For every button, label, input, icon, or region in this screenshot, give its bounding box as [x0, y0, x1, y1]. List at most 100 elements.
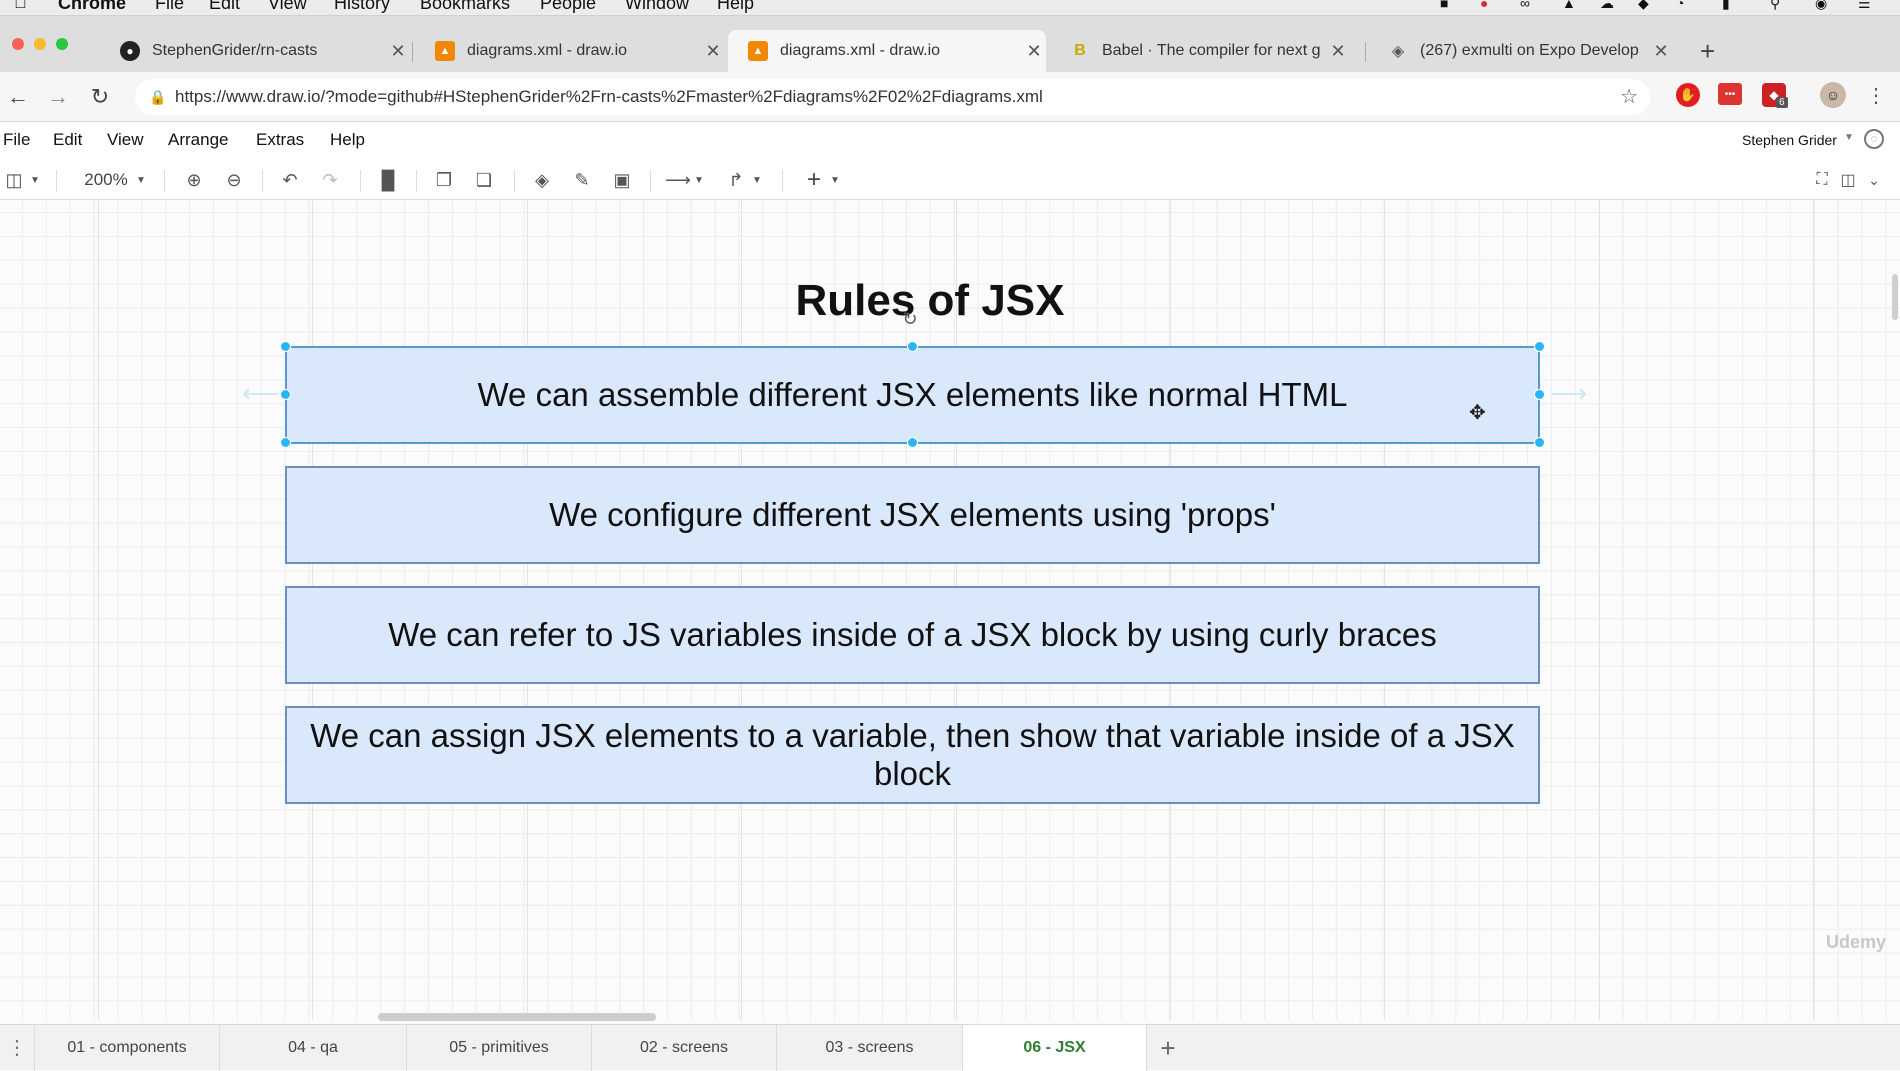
vertical-scrollbar[interactable]: [1892, 274, 1898, 320]
language-globe-icon[interactable]: ◌: [1864, 129, 1884, 149]
status-app-icon[interactable]: ■: [1440, 0, 1448, 10]
mac-menu-bookmarks[interactable]: Bookmarks: [420, 0, 510, 12]
mac-menu-edit[interactable]: Edit: [209, 0, 240, 12]
menu-arrange[interactable]: Arrange: [168, 130, 228, 150]
siri-icon[interactable]: ◉: [1815, 0, 1827, 10]
tab-close-icon[interactable]: ✕: [386, 41, 410, 62]
browser-tab-babel[interactable]: B Babel · The compiler for next g ✕: [1050, 30, 1350, 72]
page-tab-06-jsx[interactable]: 06 - JSX: [963, 1025, 1147, 1071]
rule-box-1[interactable]: We can assemble different JSX elements l…: [285, 346, 1540, 444]
resize-handle-sw[interactable]: [280, 437, 291, 448]
page-tab-03-screens[interactable]: 03 - screens: [777, 1025, 963, 1071]
mac-menu-people[interactable]: People: [540, 0, 596, 12]
connect-arrow-right-icon[interactable]: ⟶: [1550, 378, 1587, 409]
mac-menu-help[interactable]: Help: [717, 0, 754, 12]
to-back-icon[interactable]: ❏: [470, 166, 498, 194]
resize-handle-s[interactable]: [907, 437, 918, 448]
resize-handle-w[interactable]: [280, 389, 291, 400]
tab-close-icon[interactable]: ✕: [1649, 41, 1673, 62]
rule-box-4[interactable]: We can assign JSX elements to a variable…: [285, 706, 1540, 804]
window-maximize-button[interactable]: [56, 38, 68, 50]
apple-icon[interactable]: : [14, 0, 27, 11]
reload-icon[interactable]: ↻: [86, 82, 114, 112]
zoom-in-icon[interactable]: ⊕: [180, 166, 208, 194]
resize-handle-se[interactable]: [1534, 437, 1545, 448]
resize-handle-nw[interactable]: [280, 341, 291, 352]
panel-dropdown-icon[interactable]: ▼: [28, 166, 42, 194]
menu-edit[interactable]: Edit: [53, 130, 82, 150]
delete-icon[interactable]: █: [374, 166, 402, 194]
shadow-icon[interactable]: ▣: [608, 166, 636, 194]
pages-menu-icon[interactable]: ⋮: [0, 1025, 35, 1071]
browser-tab-github[interactable]: ● StephenGrider/rn-casts ✕: [100, 30, 410, 72]
new-tab-button[interactable]: +: [1700, 36, 1715, 67]
mac-menu-app[interactable]: Chrome: [58, 0, 126, 12]
tab-close-icon[interactable]: ✕: [1022, 41, 1046, 62]
menu-file[interactable]: File: [3, 130, 30, 150]
redo-icon[interactable]: ↷: [316, 166, 344, 194]
status-dropbox-icon[interactable]: ◆: [1638, 0, 1649, 10]
wifi-icon[interactable]: ◔: [1676, 0, 1684, 10]
zoom-out-icon[interactable]: ⊖: [220, 166, 248, 194]
status-cloud-icon[interactable]: ☁: [1600, 0, 1614, 10]
resize-handle-ne[interactable]: [1534, 341, 1545, 352]
connect-arrow-left-icon[interactable]: ⟵: [242, 378, 279, 409]
user-dropdown-icon[interactable]: ▼: [1844, 132, 1854, 143]
rotate-handle-icon[interactable]: ↻: [901, 309, 919, 329]
rule-box-2[interactable]: We configure different JSX elements usin…: [285, 466, 1540, 564]
tab-close-icon[interactable]: ✕: [1326, 41, 1350, 62]
battery-icon[interactable]: ▮: [1722, 0, 1730, 10]
diagram-canvas[interactable]: Rules of JSX ↻ We can assemble different…: [0, 200, 1900, 1020]
fullscreen-icon[interactable]: ⛶: [1810, 166, 1834, 194]
zoom-dropdown-icon[interactable]: ▼: [134, 166, 148, 194]
page-tab-02-screens[interactable]: 02 - screens: [592, 1025, 777, 1071]
status-record-icon[interactable]: ●: [1480, 0, 1488, 10]
notification-center-icon[interactable]: ☰: [1858, 0, 1871, 10]
waypoints-dropdown-icon[interactable]: ▼: [750, 166, 764, 194]
extension-adblock-icon[interactable]: ✋: [1676, 83, 1700, 107]
page-tab-01-components[interactable]: 01 - components: [35, 1025, 220, 1071]
line-color-icon[interactable]: ✎: [568, 166, 596, 194]
forward-icon[interactable]: →: [44, 82, 72, 112]
resize-handle-n[interactable]: [907, 341, 918, 352]
zoom-level[interactable]: 200%: [76, 166, 136, 194]
spotlight-search-icon[interactable]: ⚲: [1770, 0, 1780, 10]
menu-view[interactable]: View: [107, 130, 144, 150]
rule-box-3[interactable]: We can refer to JS variables inside of a…: [285, 586, 1540, 684]
url-field[interactable]: 🔒 https://www.draw.io/?mode=github#HStep…: [135, 79, 1650, 115]
connection-icon[interactable]: ⟶: [664, 166, 692, 194]
status-glasses-icon[interactable]: ∞: [1520, 0, 1530, 10]
add-page-button[interactable]: +: [1147, 1025, 1189, 1071]
format-panel-toggle-icon[interactable]: ◫: [0, 166, 28, 194]
extension-red-icon[interactable]: •••: [1718, 83, 1742, 105]
tab-close-icon[interactable]: ✕: [701, 41, 725, 62]
mac-menu-window[interactable]: Window: [625, 0, 689, 12]
horizontal-scrollbar-thumb[interactable]: [378, 1013, 656, 1021]
page-tab-04-qa[interactable]: 04 - qa: [220, 1025, 407, 1071]
fill-color-icon[interactable]: ◈: [528, 166, 556, 194]
mac-menu-view[interactable]: View: [268, 0, 307, 12]
mac-menu-history[interactable]: History: [334, 0, 390, 12]
user-name[interactable]: Stephen Grider: [1742, 132, 1837, 148]
insert-dropdown-icon[interactable]: ▼: [828, 166, 842, 194]
insert-plus-icon[interactable]: +: [800, 166, 828, 194]
menu-extras[interactable]: Extras: [256, 130, 304, 150]
undo-icon[interactable]: ↶: [276, 166, 304, 194]
window-close-button[interactable]: [12, 38, 24, 50]
collapse-toolbar-icon[interactable]: ⌄: [1862, 166, 1886, 194]
window-minimize-button[interactable]: [34, 38, 46, 50]
menu-help[interactable]: Help: [330, 130, 365, 150]
resize-handle-e[interactable]: [1534, 389, 1545, 400]
connection-dropdown-icon[interactable]: ▼: [692, 166, 706, 194]
browser-tab-drawio-active[interactable]: ▲ diagrams.xml - draw.io ✕: [728, 30, 1046, 72]
waypoints-icon[interactable]: ↱: [722, 166, 750, 194]
browser-tab-drawio-1[interactable]: ▲ diagrams.xml - draw.io ✕: [415, 30, 725, 72]
mac-menu-file[interactable]: File: [155, 0, 184, 12]
back-icon[interactable]: ←: [4, 82, 32, 112]
profile-avatar[interactable]: ☺: [1820, 82, 1846, 108]
diagram-title[interactable]: Rules of JSX: [700, 276, 1160, 326]
page-tab-05-primitives[interactable]: 05 - primitives: [407, 1025, 592, 1071]
to-front-icon[interactable]: ❐: [430, 166, 458, 194]
bookmark-star-icon[interactable]: ☆: [1620, 79, 1638, 115]
status-evernote-icon[interactable]: ▲: [1562, 0, 1576, 10]
